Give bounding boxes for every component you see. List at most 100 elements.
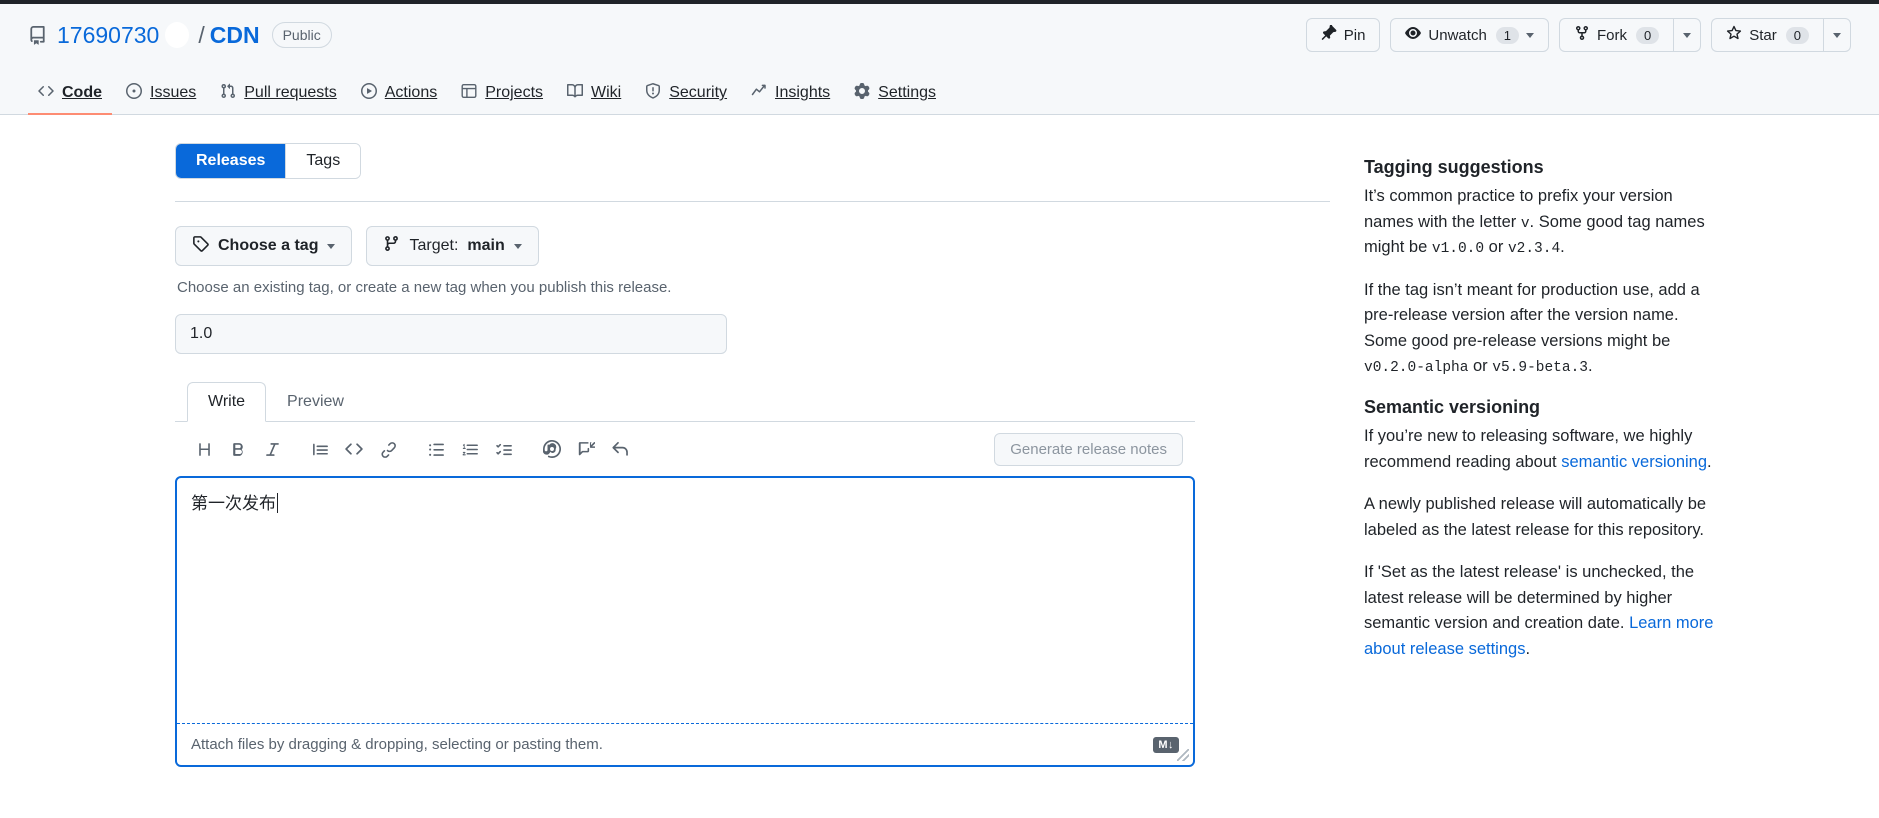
shield-icon xyxy=(645,82,661,104)
tag-icon xyxy=(192,235,209,257)
chevron-down-icon xyxy=(327,243,336,249)
git-branch-icon xyxy=(383,235,400,257)
release-title-input[interactable]: 1.0 xyxy=(175,314,727,354)
heading-icon[interactable] xyxy=(187,432,221,466)
nav-item-settings[interactable]: Settings xyxy=(844,73,946,115)
semantic-versioning-link[interactable]: semantic versioning xyxy=(1561,453,1707,471)
release-notes-textarea[interactable]: 第一次发布 xyxy=(177,478,1193,723)
target-branch-button[interactable]: Target: main xyxy=(366,226,539,266)
visibility-badge: Public xyxy=(271,22,332,48)
pin-button[interactable]: Pin xyxy=(1305,18,1381,52)
reply-icon[interactable] xyxy=(603,432,637,466)
nav-item-security[interactable]: Security xyxy=(635,73,737,115)
chevron-down-icon xyxy=(1683,32,1692,38)
releases-tags-segmented-control: Releases Tags xyxy=(175,143,362,179)
nav-item-projects[interactable]: Projects xyxy=(451,73,553,115)
tab-write[interactable]: Write xyxy=(187,382,267,422)
code-v234: v2.3.4 xyxy=(1507,241,1561,258)
text-fragment: If the tag isn’t meant for production us… xyxy=(1364,280,1700,350)
text-cursor xyxy=(277,493,278,513)
choose-tag-button[interactable]: Choose a tag xyxy=(175,226,353,266)
attach-hint-text: Attach files by dragging & dropping, sel… xyxy=(191,736,603,753)
italic-icon[interactable] xyxy=(255,432,289,466)
unwatch-label: Unwatch xyxy=(1428,26,1487,44)
star-dropdown-button[interactable] xyxy=(1823,18,1851,52)
nav-label: Insights xyxy=(775,84,831,101)
fork-label: Fork xyxy=(1597,26,1628,44)
text-fragment: . xyxy=(1560,238,1565,257)
tagging-sidebar: Tagging suggestions It’s common practice… xyxy=(1364,143,1719,767)
repo-name-link[interactable]: CDN xyxy=(210,22,260,49)
play-icon xyxy=(360,82,377,104)
star-icon xyxy=(1726,25,1742,45)
task-list-icon[interactable] xyxy=(487,432,521,466)
text-fragment: or xyxy=(1468,357,1493,376)
release-notes-editor: Write Preview Generate release notes 第一次… xyxy=(175,382,1195,767)
code-icon[interactable] xyxy=(337,432,371,466)
quote-icon[interactable] xyxy=(303,432,337,466)
nav-item-wiki[interactable]: Wiki xyxy=(557,73,631,115)
nav-label: Wiki xyxy=(591,84,622,101)
cross-reference-icon[interactable] xyxy=(569,432,603,466)
nav-item-issues[interactable]: Issues xyxy=(116,73,206,115)
star-count: 0 xyxy=(1785,26,1809,44)
pin-label: Pin xyxy=(1343,26,1366,44)
repo-owner-link[interactable]: 17690730 xyxy=(57,22,159,49)
link-icon[interactable] xyxy=(371,432,405,466)
section-divider xyxy=(175,201,1330,202)
bold-icon[interactable] xyxy=(221,432,255,466)
target-label: Target: xyxy=(409,237,459,254)
fork-icon xyxy=(1574,25,1590,45)
tab-preview[interactable]: Preview xyxy=(266,382,365,422)
book-icon xyxy=(567,83,584,104)
semantic-versioning-heading: Semantic versioning xyxy=(1364,396,1541,417)
tagging-suggestions-heading: Tagging suggestions xyxy=(1364,157,1544,177)
mention-icon[interactable] xyxy=(535,432,569,466)
star-button-group: Star 0 xyxy=(1711,18,1851,52)
tag-hint-text: Choose an existing tag, or create a new … xyxy=(177,279,672,296)
text-fragment: . xyxy=(1707,452,1712,471)
text-fragment: . xyxy=(1525,639,1531,658)
editor-tab-list: Write Preview xyxy=(175,382,1195,422)
release-notes-body-text: 第一次发布 xyxy=(191,494,276,513)
fork-count: 0 xyxy=(1636,26,1660,44)
unwatch-button[interactable]: Unwatch 1 xyxy=(1390,18,1550,52)
markdown-icon: M↓ xyxy=(1153,736,1179,753)
nav-item-actions[interactable]: Actions xyxy=(351,73,447,115)
chevron-down-icon xyxy=(1833,32,1841,38)
nav-item-pull-requests[interactable]: Pull requests xyxy=(210,73,347,115)
attach-files-footer[interactable]: Attach files by dragging & dropping, sel… xyxy=(177,723,1193,765)
nav-label: Issues xyxy=(150,84,197,101)
nav-item-code[interactable]: Code xyxy=(28,73,112,115)
text-fragment: or xyxy=(1484,238,1508,257)
textarea-resize-handle[interactable] xyxy=(1177,749,1189,761)
text-fragment: . xyxy=(1587,357,1593,376)
code-v100: v1.0.0 xyxy=(1431,241,1485,258)
unordered-list-icon[interactable] xyxy=(419,432,453,466)
fork-button[interactable]: Fork 0 xyxy=(1559,18,1674,52)
release-form-column: Releases Tags Choose a tag Target: main xyxy=(175,143,1330,767)
fork-dropdown-button[interactable] xyxy=(1673,18,1702,52)
git-pull-request-icon xyxy=(220,83,236,104)
repo-path-separator: / xyxy=(198,21,205,48)
release-notes-textarea-wrapper: 第一次发布 Attach files by dragging & droppin… xyxy=(175,476,1195,767)
chevron-down-icon xyxy=(1526,32,1535,38)
eye-icon xyxy=(1405,25,1422,45)
owner-avatar xyxy=(165,22,190,48)
repo-icon xyxy=(28,25,47,45)
tab-releases[interactable]: Releases xyxy=(176,144,287,178)
generate-release-notes-button[interactable]: Generate release notes xyxy=(994,432,1183,466)
tab-tags[interactable]: Tags xyxy=(286,144,361,178)
repo-header-actions: Pin Unwatch 1 Fork 0 Star 0 xyxy=(1305,18,1851,52)
ordered-list-icon[interactable] xyxy=(453,432,487,466)
nav-item-insights[interactable]: Insights xyxy=(741,73,840,115)
tagging-paragraph-1: It’s common practice to prefix your vers… xyxy=(1364,184,1719,261)
repo-nav: Code Issues Pull requests Actions Projec… xyxy=(28,66,1851,115)
code-v59-beta3: v5.9-beta.3 xyxy=(1492,360,1588,377)
tag-target-row: Choose a tag Target: main xyxy=(175,226,1330,266)
chevron-down-icon xyxy=(513,243,522,249)
pin-icon xyxy=(1321,24,1337,45)
semver-paragraph-1: If you’re new to releasing software, we … xyxy=(1364,424,1719,475)
code-icon xyxy=(38,83,54,104)
star-button[interactable]: Star 0 xyxy=(1711,18,1823,52)
